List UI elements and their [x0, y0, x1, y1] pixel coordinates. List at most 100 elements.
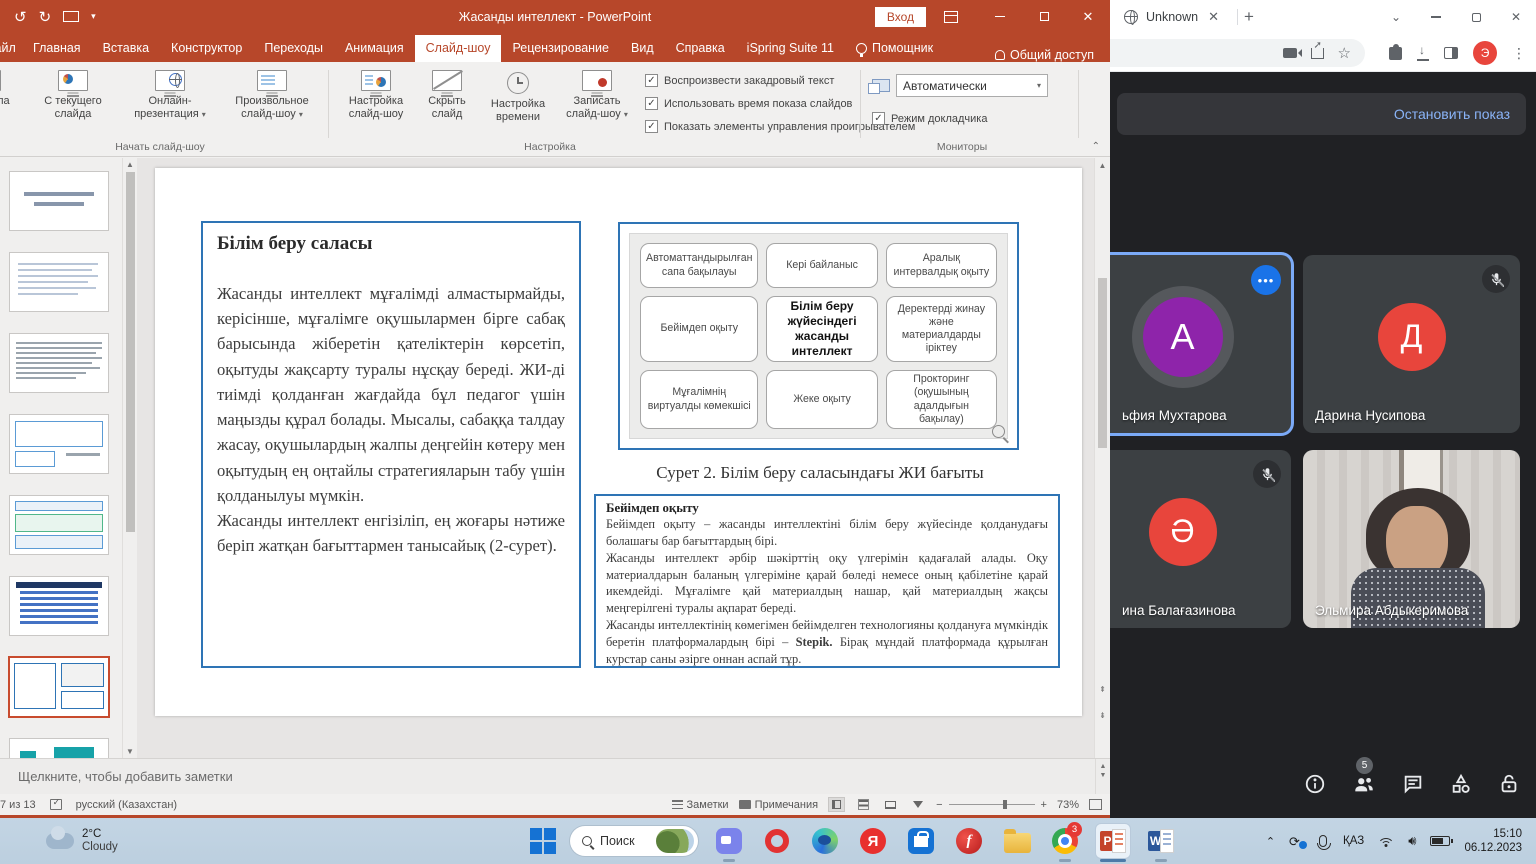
start-button[interactable]	[530, 828, 556, 854]
taskbar-store[interactable]	[904, 824, 938, 858]
tab-help[interactable]: Справка	[665, 35, 736, 62]
browser-minimize-button[interactable]	[1416, 0, 1456, 34]
comments-toggle[interactable]: Примечания	[739, 799, 819, 811]
tab-design[interactable]: Конструктор	[160, 35, 253, 62]
tab-animations[interactable]: Анимация	[334, 35, 415, 62]
slide-text-box-bottom[interactable]: Бейімдеп оқыту Бейімдеп оқыту – жасанды …	[594, 494, 1060, 668]
meeting-details-button[interactable]	[1304, 773, 1326, 800]
slide-scrollbar[interactable]: ▲ ⇞ ⇟	[1094, 158, 1110, 758]
slide-thumbnail-5[interactable]	[10, 496, 108, 554]
undo-icon[interactable]: ↺	[14, 8, 27, 26]
participant-tile-3[interactable]: Ә ина Балағазинова	[1110, 450, 1291, 628]
browser-close-button[interactable]: ✕	[1496, 0, 1536, 34]
wifi-icon[interactable]	[1378, 835, 1394, 847]
thumbnail-scrollbar[interactable]: ▲ ▼	[122, 158, 137, 758]
new-tab-button[interactable]: +	[1244, 7, 1254, 27]
tab-view[interactable]: Вид	[620, 35, 665, 62]
share-button[interactable]: Общий доступ	[995, 48, 1110, 62]
record-slideshow-button[interactable]: Записатьслайд-шоу ▾	[558, 70, 636, 121]
rehearse-timings-button[interactable]: Настройкавремени	[482, 70, 554, 124]
slide[interactable]: Білім беру саласы Жасанды интеллект мұға…	[155, 168, 1082, 716]
zoom-level[interactable]: 73%	[1057, 799, 1079, 811]
taskbar-explorer[interactable]	[1000, 824, 1034, 858]
tab-ispring[interactable]: iSpring Suite 11	[736, 35, 845, 62]
tray-clock[interactable]: 15:1006.12.2023	[1464, 827, 1522, 855]
notes-pane[interactable]: Щелкните, чтобы добавить заметки ▲▼	[0, 758, 1110, 794]
sign-in-button[interactable]: Вход	[875, 7, 926, 27]
language-switcher[interactable]: ҚАЗ	[1343, 835, 1364, 847]
monitor-select[interactable]: Автоматически▾	[872, 74, 1048, 97]
close-button[interactable]: ✕	[1066, 0, 1110, 33]
taskbar-edge[interactable]	[808, 824, 842, 858]
weather-widget[interactable]: 2°CCloudy	[0, 828, 118, 854]
tray-expand-icon[interactable]: ⌃	[1266, 835, 1275, 848]
tab-search-chevron-icon[interactable]: ⌄	[1376, 0, 1416, 34]
slide-thumbnail-1[interactable]	[10, 172, 108, 230]
participant-tile-2[interactable]: Д Дарина Нусипова	[1303, 255, 1520, 433]
scroll-down-icon[interactable]: ▼	[123, 747, 137, 756]
scroll-up-icon[interactable]: ▲	[123, 160, 137, 169]
taskbar-flash[interactable]: f	[952, 824, 986, 858]
minimize-button[interactable]	[978, 0, 1022, 33]
slide-diagram[interactable]: Автоматтандырылған сапа бақылауы Кері ба…	[618, 222, 1019, 450]
taskbar-word[interactable]: W	[1144, 824, 1178, 858]
previous-slide-icon[interactable]: ⇞	[1095, 685, 1110, 694]
browser-menu-icon[interactable]: ⋮	[1512, 45, 1526, 62]
start-slideshow-icon[interactable]	[63, 11, 79, 22]
custom-slideshow-button[interactable]: Произвольноеслайд-шоу ▾	[224, 70, 320, 121]
downloads-icon[interactable]	[1417, 47, 1429, 59]
zoom-out-button[interactable]: −	[936, 799, 942, 811]
taskbar-chat-app[interactable]	[712, 824, 746, 858]
camera-permission-icon[interactable]	[1283, 48, 1297, 58]
tab-transitions[interactable]: Переходы	[253, 35, 334, 62]
spellcheck-icon[interactable]	[50, 799, 62, 810]
slide-text-box-left[interactable]: Білім беру саласы Жасанды интеллект мұға…	[201, 221, 581, 668]
browser-maximize-button[interactable]	[1456, 0, 1496, 34]
taskbar-search[interactable]: Поиск	[570, 826, 698, 856]
tab-close-icon[interactable]: ✕	[1206, 9, 1221, 25]
taskbar-yandex[interactable]: Я	[856, 824, 890, 858]
language-indicator[interactable]: русский (Казахстан)	[76, 799, 177, 811]
chat-button[interactable]	[1402, 773, 1424, 800]
slide-thumbnail-4[interactable]	[10, 415, 108, 473]
qat-customize-icon[interactable]: ▾	[91, 11, 96, 22]
slideshow-view-button[interactable]	[909, 797, 926, 812]
tab-slideshow[interactable]: Слайд-шоу	[415, 35, 502, 62]
reading-view-button[interactable]	[882, 797, 899, 812]
tab-home[interactable]: Главная	[22, 35, 92, 62]
normal-view-button[interactable]	[828, 797, 845, 812]
side-panel-icon[interactable]	[1444, 47, 1458, 59]
from-current-slide-button[interactable]: С текущегослайда	[32, 70, 114, 121]
slide-thumbnail-2[interactable]	[10, 253, 108, 311]
profile-avatar[interactable]: Э	[1473, 41, 1497, 65]
tray-microphone-icon[interactable]	[1319, 835, 1327, 847]
tab-review[interactable]: Рецензирование	[501, 35, 620, 62]
slide-sorter-view-button[interactable]	[855, 797, 872, 812]
host-controls-button[interactable]	[1498, 773, 1520, 800]
sync-icon[interactable]: ⟳	[1289, 834, 1305, 848]
participant-tile-4-video[interactable]: Эльмира Абдыкеримова	[1303, 450, 1520, 628]
slide-thumbnail-8[interactable]	[10, 739, 108, 758]
hide-slide-button[interactable]: Скрытьслайд	[418, 70, 476, 121]
notes-toggle[interactable]: Заметки	[672, 799, 729, 811]
activities-button[interactable]	[1450, 773, 1472, 800]
from-beginning-button[interactable]: С начала	[0, 70, 22, 108]
extensions-icon[interactable]	[1389, 47, 1402, 60]
setup-slideshow-button[interactable]: Настройкаслайд-шоу	[338, 70, 414, 121]
checkbox-presenter-view[interactable]: ✓Режим докладчика	[872, 110, 987, 127]
bookmark-star-icon[interactable]: ☆	[1338, 44, 1351, 62]
scroll-up-icon[interactable]: ▲	[1095, 161, 1110, 170]
browser-tab[interactable]: Unknown ✕	[1110, 0, 1231, 34]
address-bar[interactable]: ☆	[1110, 39, 1365, 67]
zoom-in-button[interactable]: +	[1041, 799, 1047, 811]
tab-file[interactable]: Файл	[0, 35, 22, 62]
fit-slide-icon[interactable]	[1089, 799, 1102, 810]
participant-tile-1[interactable]: А ••• ьфия Мухтарова	[1110, 255, 1291, 433]
slide-thumbnail-6[interactable]	[10, 577, 108, 635]
redo-icon[interactable]: ↻	[39, 8, 52, 26]
taskbar-opera[interactable]	[760, 824, 794, 858]
ribbon-display-options-icon[interactable]	[944, 11, 958, 23]
notes-scrollbar[interactable]: ▲▼	[1095, 759, 1110, 795]
maximize-button[interactable]	[1022, 0, 1066, 33]
stop-presenting-button[interactable]: Остановить показ	[1394, 106, 1510, 122]
